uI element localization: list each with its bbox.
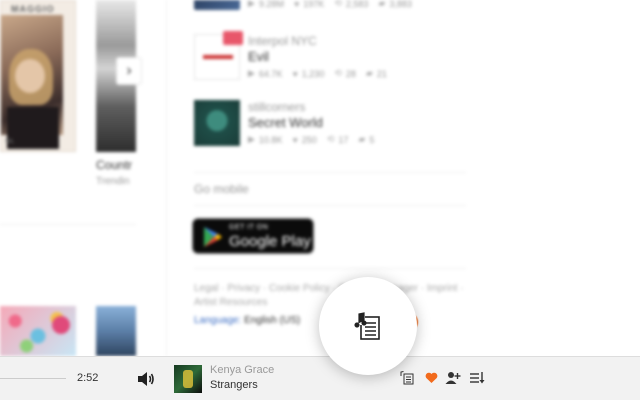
- column-divider: [166, 0, 167, 356]
- heart-icon: ♥: [292, 68, 298, 79]
- track-title[interactable]: Secret World: [248, 115, 323, 130]
- divider: [0, 224, 136, 225]
- player-bar: 2:52 Kenya Grace Strangers: [0, 356, 640, 400]
- comment-icon: ▰: [365, 68, 373, 78]
- divider: [194, 172, 466, 173]
- language-value: English (US): [244, 315, 301, 326]
- track-stats: ▶ 9.28M ♥ 197K ⟲ 2,583 ▰ 3,883: [248, 0, 412, 9]
- google-play-label: Google Play: [229, 233, 311, 250]
- list-item[interactable]: Interpol NYC Evil ▶ 64.7K ♥ 1,230 ⟲ 28 ▰ 21: [194, 31, 474, 80]
- follow-icon: [445, 372, 461, 384]
- divider: [194, 205, 466, 206]
- track-artist[interactable]: stillcorners: [248, 100, 305, 114]
- track-title[interactable]: Evil: [248, 49, 269, 64]
- list-item[interactable]: ▶ 9.28M ♥ 197K ⟲ 2,583 ▰ 3,883: [194, 0, 474, 10]
- queue-button[interactable]: [468, 369, 486, 387]
- google-play-icon: [204, 227, 222, 247]
- playlist-title[interactable]: Countr: [96, 158, 132, 172]
- like-button[interactable]: [422, 369, 440, 387]
- volume-button[interactable]: [136, 369, 156, 389]
- playlist-artwork-4[interactable]: [96, 306, 136, 356]
- go-mobile-heading: Go mobile: [194, 182, 249, 196]
- elapsed-time: 2:52: [77, 372, 99, 384]
- queue-icon: [470, 372, 485, 384]
- artwork-caption: NIL: [5, 139, 15, 145]
- play-icon: ▶: [248, 134, 255, 144]
- track-stats: ▶ 64.7K ♥ 1,230 ⟲ 28 ▰ 21: [248, 68, 387, 79]
- heart-icon: ♥: [293, 0, 300, 9]
- repost-icon: ⟲: [334, 0, 342, 8]
- next-up-button[interactable]: [398, 369, 416, 387]
- track-artwork[interactable]: [194, 0, 240, 10]
- page-content: MAGGIO NIL › Countr Trendin ▶ 9.28M ♥ 197K…: [0, 0, 640, 356]
- list-item[interactable]: stillcorners Secret World ▶ 10.8K ♥ 250 ⟲ 1…: [194, 100, 474, 146]
- track-artwork[interactable]: [194, 100, 240, 146]
- divider: [194, 268, 466, 269]
- now-playing-title[interactable]: Strangers: [210, 379, 258, 391]
- chevron-right-icon: ›: [126, 62, 132, 79]
- heart-icon: ♥: [292, 134, 298, 145]
- language-selector[interactable]: Language: English (US): [194, 315, 300, 326]
- queue-magnifier[interactable]: [319, 277, 417, 375]
- queue-icon: [354, 312, 380, 340]
- add-to-next-up-icon: [400, 371, 414, 385]
- playlist-artwork[interactable]: MAGGIO NIL: [0, 0, 76, 152]
- play-icon: ▶: [248, 0, 255, 8]
- playlist-artwork-3[interactable]: [0, 306, 76, 356]
- google-play-button[interactable]: GET IT ON Google Play: [192, 218, 314, 254]
- comment-icon: ▰: [358, 134, 366, 144]
- progress-bar[interactable]: [0, 378, 66, 379]
- repost-icon: ⟲: [334, 68, 342, 78]
- follow-button[interactable]: [444, 369, 462, 387]
- track-artist[interactable]: Interpol NYC: [248, 34, 317, 48]
- carousel-next-button[interactable]: ›: [116, 57, 142, 85]
- now-playing-artwork[interactable]: [174, 365, 202, 393]
- google-play-small-label: GET IT ON: [229, 224, 269, 231]
- volume-icon: [138, 372, 154, 386]
- comment-icon: ▰: [378, 0, 386, 8]
- repost-icon: ⟲: [326, 134, 335, 144]
- artwork-label: MAGGIO: [11, 4, 55, 14]
- heart-icon: [425, 372, 437, 383]
- play-icon: ▶: [248, 68, 255, 78]
- playlist-subtitle: Trendin: [96, 176, 130, 187]
- track-stats: ▶ 10.8K ♥ 250 ⟲ 17 ▰ 5: [248, 134, 375, 145]
- track-artwork[interactable]: [194, 31, 243, 80]
- language-label: Language:: [194, 315, 242, 326]
- now-playing-artist[interactable]: Kenya Grace: [210, 364, 274, 376]
- left-column: MAGGIO NIL › Countr Trendin: [0, 0, 170, 356]
